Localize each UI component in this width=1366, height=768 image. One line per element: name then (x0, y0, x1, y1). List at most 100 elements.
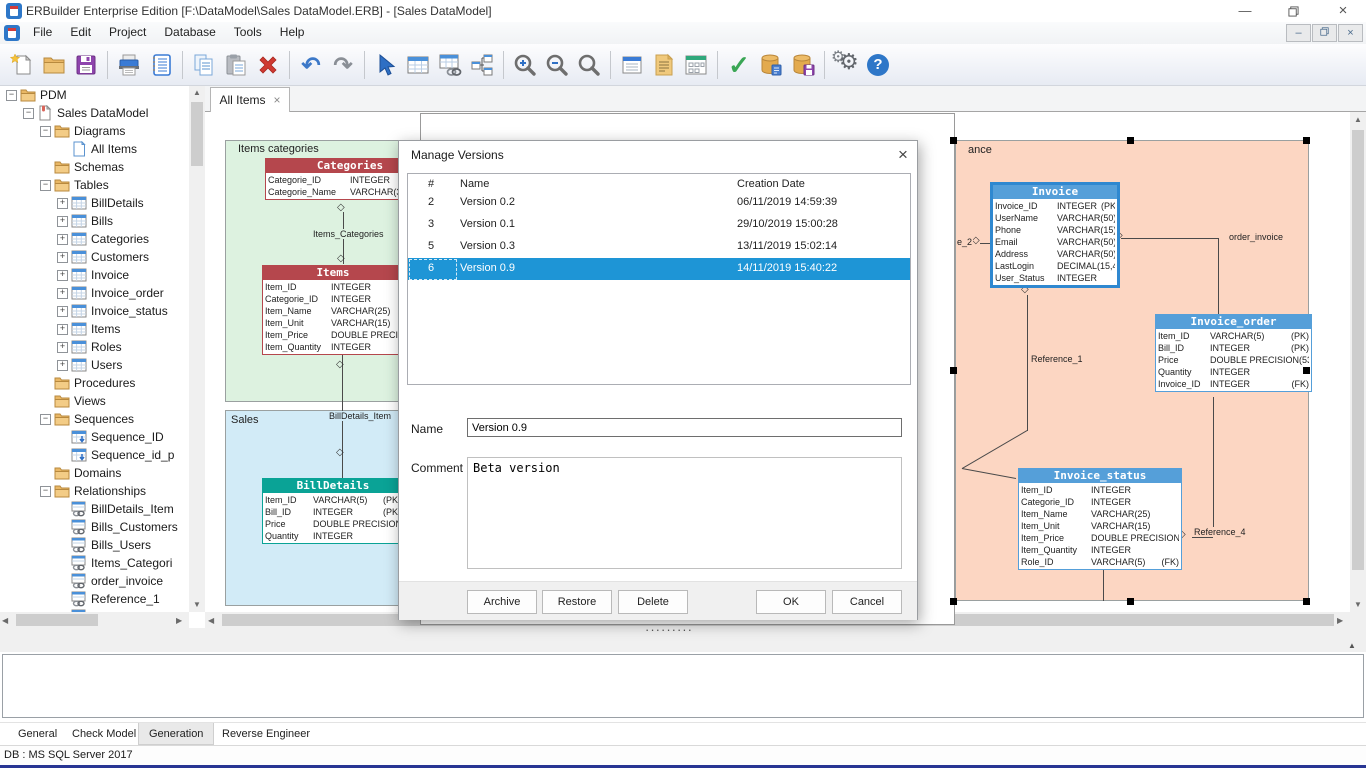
sidebar-item-views[interactable]: Views (0, 392, 189, 410)
database-script-icon[interactable] (756, 50, 786, 80)
document-icon[interactable] (649, 50, 679, 80)
paste-icon[interactable] (221, 50, 251, 80)
report-icon[interactable] (146, 50, 176, 80)
bottom-tab-reverse-engineer[interactable]: Reverse Engineer (212, 723, 320, 745)
sidebar-item-invoice-order[interactable]: +Invoice_order (0, 284, 189, 302)
expand-icon[interactable]: + (57, 270, 68, 281)
selection-handle[interactable] (950, 137, 957, 144)
restore-button[interactable]: Restore (542, 590, 612, 614)
collapse-icon[interactable]: − (40, 180, 51, 191)
ok-button[interactable]: OK (756, 590, 826, 614)
settings-gears-icon[interactable]: ⚙⚙ (831, 50, 861, 80)
sidebar-item-items-categori[interactable]: Items_Categori (0, 554, 189, 572)
collapse-icon[interactable]: − (40, 414, 51, 425)
entity-table-items[interactable]: ItemsItem_IDINTEGERCategorie_IDINTEGERIt… (262, 265, 404, 355)
database-save-icon[interactable] (788, 50, 818, 80)
restore-button[interactable] (1276, 2, 1310, 20)
sidebar-item-bills-customers[interactable]: Bills_Customers (0, 518, 189, 536)
tab-close-icon[interactable]: × (274, 93, 281, 107)
cancel-button[interactable]: Cancel (832, 590, 902, 614)
mdi-restore-button[interactable] (1312, 24, 1337, 42)
sidebar-item-pdm[interactable]: −PDM (0, 86, 189, 104)
versions-list[interactable]: #NameCreation Date2Version 0.206/11/2019… (407, 173, 911, 385)
sidebar-item-sales-datamodel[interactable]: −Sales DataModel (0, 104, 189, 122)
tab-all-items[interactable]: All Items × (210, 87, 290, 112)
scroll-left-arrow[interactable]: ◀ (208, 616, 214, 625)
new-file-icon[interactable] (7, 50, 37, 80)
copy-icon[interactable] (189, 50, 219, 80)
selection-handle[interactable] (1303, 367, 1310, 374)
version-comment-textarea[interactable] (467, 457, 902, 569)
undo-icon[interactable]: ↶ (296, 50, 326, 80)
menu-edit[interactable]: Edit (61, 22, 100, 42)
sidebar-item-bills[interactable]: +Bills (0, 212, 189, 230)
archive-button[interactable]: Archive (467, 590, 537, 614)
model-diagram-icon[interactable] (467, 50, 497, 80)
verify-check-icon[interactable]: ✓ (724, 50, 754, 80)
column-header[interactable]: # (428, 178, 434, 190)
zoom-in-icon[interactable] (510, 50, 540, 80)
sidebar-item-users[interactable]: +Users (0, 356, 189, 374)
bottom-tab-check-model[interactable]: Check Model (62, 723, 146, 745)
expand-icon[interactable]: + (57, 198, 68, 209)
entity-table-invoice[interactable]: InvoiceInvoice_IDINTEGER(PK)UserNameVARC… (990, 182, 1120, 288)
mdi-close-button[interactable]: × (1338, 24, 1363, 42)
menu-database[interactable]: Database (155, 22, 224, 42)
sidebar-item-sequences[interactable]: −Sequences (0, 410, 189, 428)
scroll-up-arrow[interactable]: ▲ (1350, 115, 1366, 124)
expand-icon[interactable]: + (57, 324, 68, 335)
selection-handle[interactable] (1303, 137, 1310, 144)
sidebar-item-all-items[interactable]: All Items (0, 140, 189, 158)
form-grid-icon[interactable] (681, 50, 711, 80)
sidebar-item-billdetails[interactable]: +BillDetails (0, 194, 189, 212)
sidebar-item-bills-users[interactable]: Bills_Users (0, 536, 189, 554)
tree-hscroll-thumb[interactable] (16, 614, 98, 626)
menu-project[interactable]: Project (100, 22, 155, 42)
selection-handle[interactable] (950, 598, 957, 605)
delete-icon[interactable] (253, 50, 283, 80)
expand-icon[interactable]: + (57, 360, 68, 371)
expand-icon[interactable]: + (57, 342, 68, 353)
open-folder-icon[interactable] (39, 50, 69, 80)
entity-table-invoice-order[interactable]: Invoice_orderItem_IDVARCHAR(5)(PK)Bill_I… (1155, 314, 1312, 392)
version-name-input[interactable] (467, 418, 902, 437)
collapse-icon[interactable]: − (6, 90, 17, 101)
select-pointer-icon[interactable] (371, 50, 401, 80)
expand-icon[interactable]: + (57, 288, 68, 299)
table-relationships-icon[interactable] (435, 50, 465, 80)
sidebar-item-tables[interactable]: −Tables (0, 176, 189, 194)
window-view-icon[interactable] (617, 50, 647, 80)
version-row-version-0-9[interactable]: 6Version 0.914/11/2019 15:40:22 (408, 258, 910, 280)
selection-handle[interactable] (1127, 137, 1134, 144)
collapse-icon[interactable]: − (40, 486, 51, 497)
save-icon[interactable] (71, 50, 101, 80)
sidebar-item-diagrams[interactable]: −Diagrams (0, 122, 189, 140)
expand-icon[interactable]: + (57, 306, 68, 317)
dialog-close-icon[interactable]: × (893, 145, 913, 165)
sidebar-item-relationships[interactable]: −Relationships (0, 482, 189, 500)
scroll-left-arrow[interactable]: ◀ (2, 616, 8, 625)
sidebar-item-sequence-id[interactable]: Sequence_ID (0, 428, 189, 446)
sidebar-item-schemas[interactable]: Schemas (0, 158, 189, 176)
help-icon[interactable]: ? (863, 50, 893, 80)
print-icon[interactable] (114, 50, 144, 80)
sidebar-item-invoice-status[interactable]: +Invoice_status (0, 302, 189, 320)
selection-handle[interactable] (950, 367, 957, 374)
expand-icon[interactable]: + (57, 234, 68, 245)
canvas-vertical-scrollbar[interactable]: ▲ ▼ (1350, 112, 1366, 612)
sidebar-item-reference-1[interactable]: Reference_1 (0, 590, 189, 608)
sidebar-item-customers[interactable]: +Customers (0, 248, 189, 266)
version-row-version-0-3[interactable]: 5Version 0.313/11/2019 15:02:14 (408, 236, 910, 258)
scroll-down-arrow[interactable]: ▼ (1350, 600, 1366, 609)
selection-handle[interactable] (1303, 598, 1310, 605)
column-header[interactable]: Name (460, 178, 489, 190)
tree-vscroll-thumb[interactable] (191, 102, 203, 166)
redo-icon[interactable]: ↷ (328, 50, 358, 80)
tree-vertical-scrollbar[interactable]: ▲ ▼ (189, 86, 205, 612)
close-button[interactable]: × (1326, 2, 1360, 20)
sidebar-item-domains[interactable]: Domains (0, 464, 189, 482)
sidebar-item-order-invoice[interactable]: order_invoice (0, 572, 189, 590)
sidebar-item-invoice[interactable]: +Invoice (0, 266, 189, 284)
sidebar-item-billdetails-item[interactable]: BillDetails_Item (0, 500, 189, 518)
version-row-version-0-1[interactable]: 3Version 0.129/10/2019 15:00:28 (408, 214, 910, 236)
